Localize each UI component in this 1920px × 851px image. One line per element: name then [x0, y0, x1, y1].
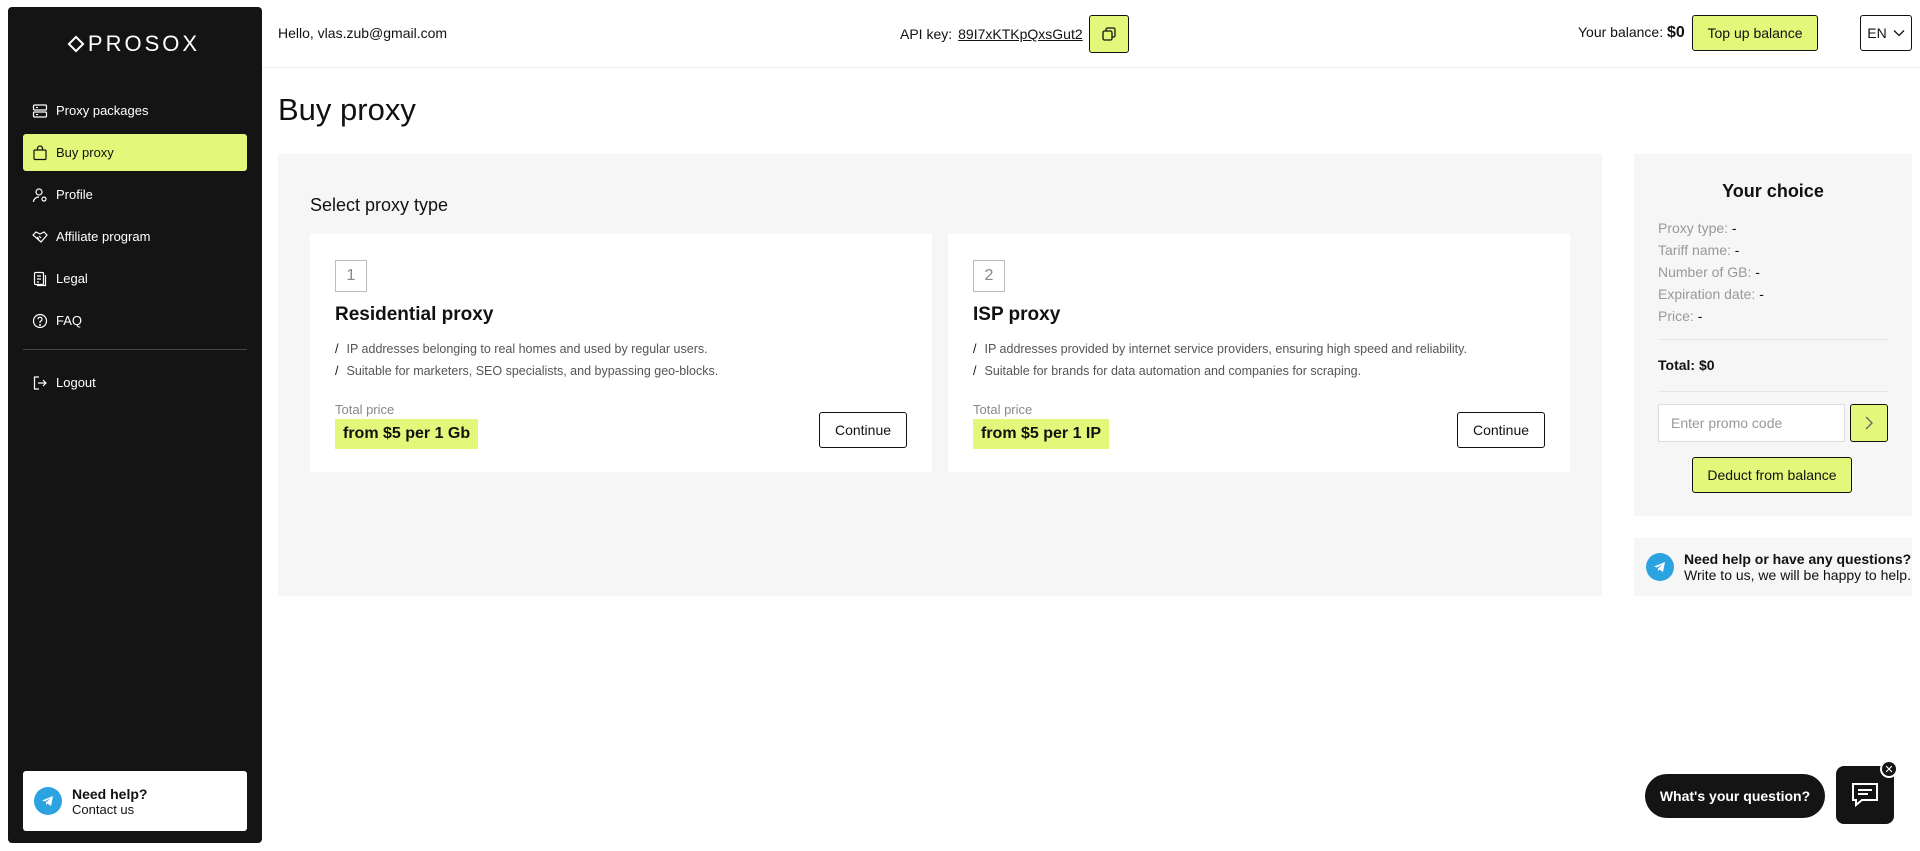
sidebar: PROSOX Proxy packages Buy proxy Profile … [8, 7, 262, 843]
chevron-down-icon [1893, 30, 1905, 37]
question-icon [32, 313, 48, 328]
divider [1658, 391, 1888, 392]
telegram-icon [1646, 553, 1674, 581]
sidebar-item-label: Buy proxy [56, 145, 114, 160]
sidebar-item-label: FAQ [56, 313, 83, 328]
price-badge: from $5 per 1 IP [973, 419, 1110, 449]
sidebar-item-faq[interactable]: FAQ [23, 302, 247, 339]
top-bar: Hello, vlas.zub@gmail.com API key: 89I7x… [262, 0, 1920, 68]
promo-code-input[interactable]: Enter promo code [1658, 404, 1845, 442]
page-title: Buy proxy [278, 92, 416, 127]
top-up-balance-button[interactable]: Top up balance [1692, 15, 1818, 51]
card-bullets: IP addresses belonging to real homes and… [335, 338, 718, 382]
help-box-title: Need help or have any questions? [1684, 551, 1912, 567]
residential-proxy-card[interactable]: 1 Residential proxy IP addresses belongi… [310, 234, 932, 472]
server-icon [32, 103, 48, 118]
divider [1658, 339, 1888, 340]
bullet-item: Suitable for brands for data automation … [973, 360, 1467, 382]
your-choice-panel: Your choice Proxy type: - Tariff name: -… [1634, 154, 1912, 516]
telegram-icon [34, 787, 62, 815]
select-proxy-type-heading: Select proxy type [310, 195, 449, 215]
sidebar-item-buy-proxy[interactable]: Buy proxy [23, 134, 247, 171]
choice-row-expiration-date: Expiration date: - [1658, 286, 1764, 302]
continue-button[interactable]: Continue [819, 412, 907, 448]
proxy-type-panel: Select proxy type 1 Residential proxy IP… [278, 154, 1602, 596]
bullet-item: IP addresses belonging to real homes and… [335, 338, 718, 360]
copy-icon [1102, 27, 1116, 41]
continue-button[interactable]: Continue [1457, 412, 1545, 448]
choice-row-price: Price: - [1658, 308, 1703, 324]
chat-icon [1852, 783, 1878, 808]
greeting: Hello, vlas.zub@gmail.com [278, 25, 448, 41]
choice-row-proxy-type: Proxy type: - [1658, 220, 1737, 236]
help-box-subtitle: Write to us, we will be happy to help. [1684, 567, 1911, 583]
sidebar-help-card[interactable]: Need help? Contact us [23, 771, 247, 831]
isp-proxy-card[interactable]: 2 ISP proxy IP addresses provided by int… [948, 234, 1570, 472]
sidebar-item-profile[interactable]: Profile [23, 176, 247, 213]
brand-name: PROSOX [87, 31, 201, 56]
deduct-from-balance-button[interactable]: Deduct from balance [1692, 457, 1852, 493]
api-key-label: API key: [900, 26, 953, 42]
price-label: Total price [335, 402, 395, 417]
logout-icon [33, 375, 47, 390]
sidebar-item-label: Legal [56, 271, 88, 286]
api-key-section: API key: 89I7xKTKpQxsGut2 [900, 15, 1129, 53]
sidebar-item-legal[interactable]: Legal [23, 260, 247, 297]
card-number: 1 [335, 260, 367, 292]
choice-row-number-of-gb: Number of GB: - [1658, 264, 1760, 280]
sidebar-divider [23, 349, 247, 350]
help-card-subtitle: Contact us [72, 801, 135, 817]
apply-promo-button[interactable] [1850, 404, 1888, 442]
sidebar-item-label: Affiliate program [56, 229, 151, 244]
card-title: Residential proxy [335, 304, 494, 325]
choice-summary: Proxy type: - Tariff name: - Number of G… [1658, 217, 1912, 327]
total-value: Total: $0 [1658, 357, 1715, 373]
language-value: EN [1867, 25, 1887, 41]
bag-icon [33, 144, 47, 160]
api-key-value[interactable]: 89I7xKTKpQxsGut2 [958, 26, 1083, 42]
your-choice-title: Your choice [1722, 181, 1824, 201]
handshake-icon [32, 230, 48, 243]
choice-row-tariff-name: Tariff name: - [1658, 242, 1740, 258]
user-icon [32, 187, 47, 202]
help-contact-box[interactable]: Need help or have any questions? Write t… [1634, 538, 1912, 596]
sidebar-item-proxy-packages[interactable]: Proxy packages [23, 92, 247, 129]
price-label: Total price [973, 402, 1033, 417]
chat-prompt-bubble[interactable]: What's your question? [1645, 774, 1825, 818]
logout-label: Logout [56, 375, 96, 390]
card-title: ISP proxy [973, 304, 1061, 325]
balance-display: Your balance: $0 [1578, 24, 1685, 42]
diamond-icon [67, 35, 85, 53]
logout-button[interactable]: Logout [23, 364, 247, 401]
brand-logo[interactable]: PROSOX [8, 31, 262, 57]
language-selector[interactable]: EN [1860, 15, 1912, 51]
sidebar-item-affiliate-program[interactable]: Affiliate program [23, 218, 247, 255]
sidebar-item-label: Proxy packages [56, 103, 149, 118]
bullet-item: Suitable for marketers, SEO specialists,… [335, 360, 718, 382]
sidebar-nav: Proxy packages Buy proxy Profile Affilia… [23, 92, 247, 406]
balance-label: Your balance: [1578, 24, 1664, 40]
copy-api-key-button[interactable] [1088, 15, 1129, 53]
document-icon [33, 271, 47, 286]
bullet-item: IP addresses provided by internet servic… [973, 338, 1466, 360]
help-card-title: Need help? [72, 785, 148, 802]
sidebar-item-label: Profile [56, 187, 93, 202]
card-bullets: IP addresses provided by internet servic… [973, 338, 1467, 382]
balance-value: $0 [1667, 24, 1685, 41]
close-icon[interactable]: ✕ [1880, 760, 1898, 778]
chevron-right-icon [1865, 416, 1873, 430]
price-badge: from $5 per 1 Gb [335, 419, 479, 449]
card-number: 2 [973, 260, 1005, 292]
